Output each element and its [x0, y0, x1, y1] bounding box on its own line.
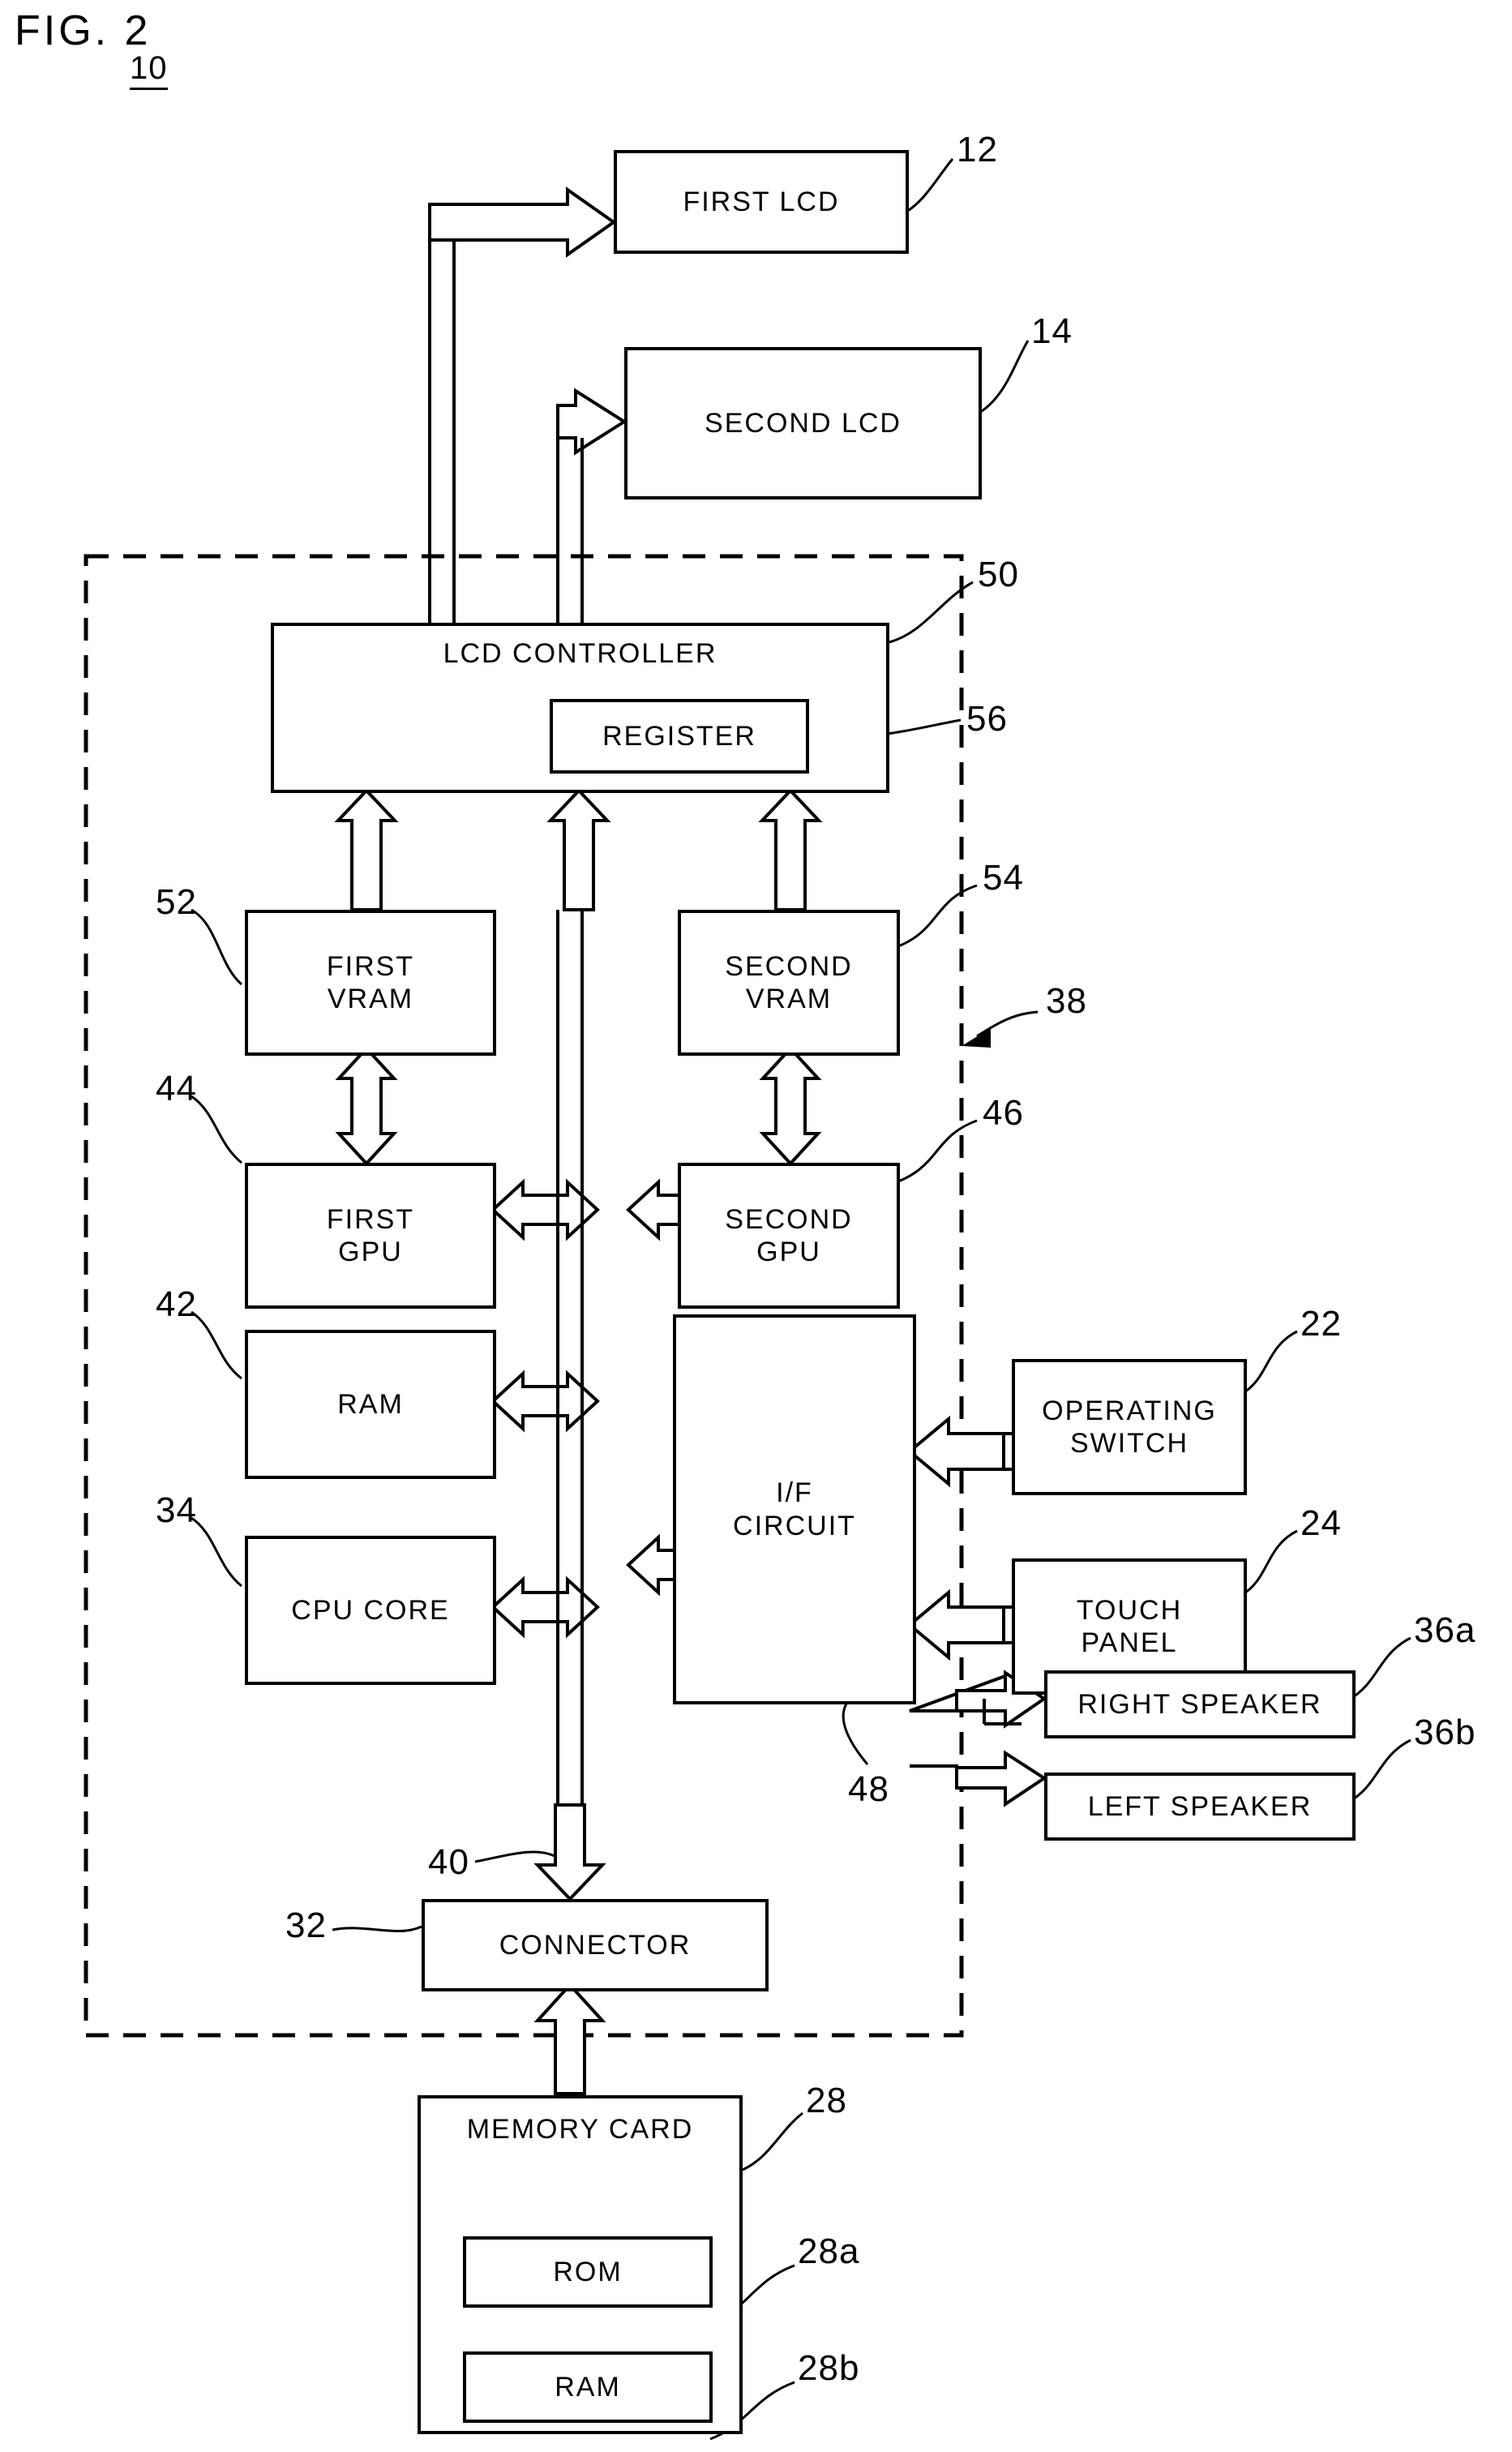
ref-24: 24: [1300, 1503, 1342, 1543]
ref-36b: 36b: [1414, 1713, 1476, 1752]
block-cpu-core[interactable]: CPU CORE: [245, 1536, 496, 1685]
block-label-first-vram-line2: VRAM: [327, 984, 414, 1014]
block-second-gpu[interactable]: SECOND GPU: [678, 1163, 900, 1309]
block-label-first-gpu-line1: FIRST: [326, 1203, 415, 1235]
ref-28: 28: [806, 2081, 847, 2120]
ref-14: 14: [1031, 311, 1073, 351]
block-label-right-speaker: RIGHT SPEAKER: [1077, 1688, 1322, 1720]
block-card-ram[interactable]: RAM: [463, 2351, 713, 2423]
block-if-circuit[interactable]: I/F CIRCUIT: [673, 1314, 916, 1704]
ref-22: 22: [1300, 1304, 1342, 1344]
block-label-card-ram: RAM: [555, 2371, 621, 2403]
ref-36a: 36a: [1414, 1610, 1476, 1650]
ref-54: 54: [983, 858, 1024, 898]
block-label-lcd-controller: LCD CONTROLLER: [443, 638, 717, 669]
block-label-touch-panel-line2: PANEL: [1081, 1627, 1178, 1658]
block-second-vram[interactable]: SECOND VRAM: [678, 910, 900, 1056]
ref-34: 34: [156, 1490, 197, 1530]
block-label-second-vram-line1: SECOND: [725, 950, 853, 982]
block-label-if-circuit-line1: I/F: [776, 1477, 813, 1509]
ref-46: 46: [983, 1093, 1024, 1133]
ref-50: 50: [978, 555, 1019, 594]
block-label-first-lcd: FIRST LCD: [683, 186, 840, 217]
block-connector[interactable]: CONNECTOR: [422, 1899, 769, 1991]
ref-32: 32: [285, 1905, 327, 1945]
ref-28a: 28a: [798, 2231, 860, 2271]
block-first-lcd[interactable]: FIRST LCD: [614, 150, 909, 254]
block-label-second-lcd: SECOND LCD: [705, 407, 902, 439]
ref-56: 56: [966, 699, 1008, 739]
patent-figure-2: FIG. 2 10 .ln{stroke:#000;stroke-width:4…: [0, 0, 1512, 2452]
block-label-operating-switch-line1: OPERATING: [1042, 1395, 1217, 1426]
block-right-speaker[interactable]: RIGHT SPEAKER: [1044, 1670, 1356, 1738]
ref-48: 48: [848, 1769, 889, 1809]
block-label-ram: RAM: [337, 1388, 404, 1420]
block-label-memory-card: MEMORY CARD: [466, 2114, 694, 2145]
block-label-first-gpu-line2: GPU: [338, 1237, 403, 1267]
block-label-second-gpu-line1: SECOND: [725, 1203, 853, 1235]
block-register[interactable]: REGISTER: [550, 699, 809, 774]
block-first-vram[interactable]: FIRST VRAM: [245, 910, 496, 1056]
block-label-left-speaker: LEFT SPEAKER: [1087, 1790, 1313, 1822]
block-label-connector: CONNECTOR: [499, 1929, 692, 1961]
block-label-second-gpu-line2: GPU: [756, 1237, 821, 1267]
block-first-gpu[interactable]: FIRST GPU: [245, 1163, 496, 1309]
block-ram[interactable]: RAM: [245, 1330, 496, 1479]
block-label-register: REGISTER: [602, 720, 756, 752]
ref-28b: 28b: [798, 2348, 860, 2388]
ref-38: 38: [1046, 981, 1087, 1021]
ref-40: 40: [428, 1842, 469, 1882]
block-label-cpu-core: CPU CORE: [291, 1594, 450, 1626]
block-left-speaker[interactable]: LEFT SPEAKER: [1044, 1773, 1356, 1841]
block-label-if-circuit-line2: CIRCUIT: [733, 1510, 856, 1541]
block-label-card-rom: ROM: [553, 2256, 623, 2287]
block-label-operating-switch-line2: SWITCH: [1069, 1428, 1189, 1459]
block-label-first-vram-line1: FIRST: [326, 950, 415, 982]
block-label-touch-panel-line1: TOUCH: [1076, 1594, 1183, 1626]
block-operating-switch[interactable]: OPERATING SWITCH: [1012, 1359, 1247, 1495]
ref-44: 44: [156, 1069, 197, 1108]
block-card-rom[interactable]: ROM: [463, 2236, 713, 2308]
ref-52: 52: [156, 882, 197, 922]
ref-42: 42: [156, 1284, 197, 1324]
ref-12: 12: [957, 130, 998, 169]
block-label-second-vram-line2: VRAM: [745, 984, 833, 1014]
block-second-lcd[interactable]: SECOND LCD: [624, 347, 982, 499]
